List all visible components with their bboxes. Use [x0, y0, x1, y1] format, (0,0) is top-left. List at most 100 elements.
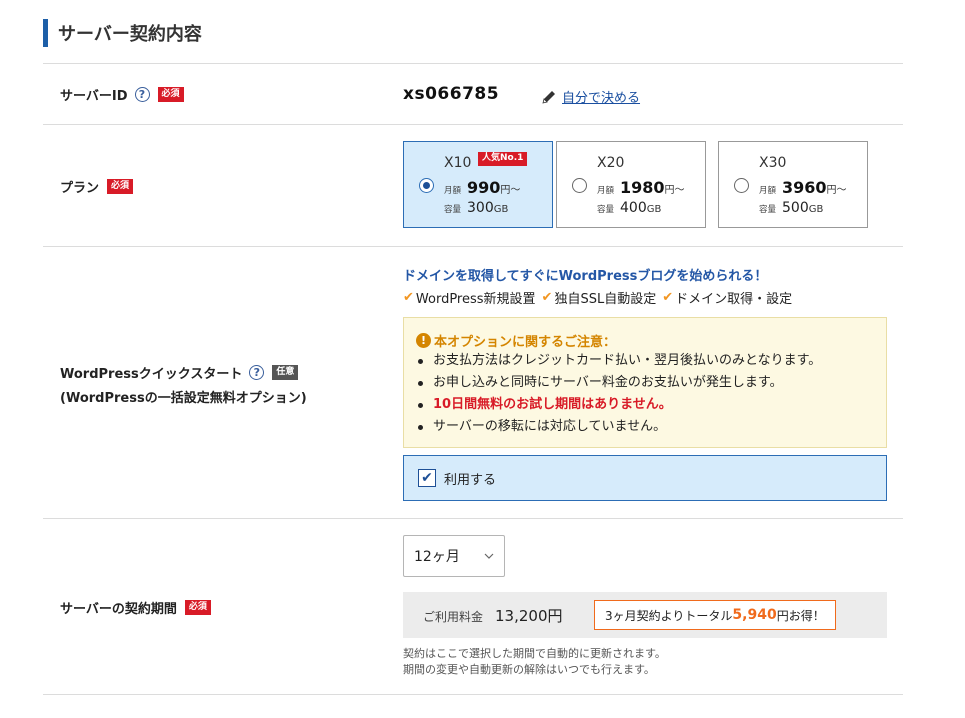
use-checkbox[interactable]: ✔ — [418, 469, 436, 487]
plan-label-group: プラン 必須 — [60, 177, 134, 196]
warning-icon: ! — [416, 333, 431, 348]
capacity-label: 容量 — [597, 205, 615, 215]
monthly-label: 月額 — [759, 186, 777, 196]
help-icon[interactable]: ? — [249, 365, 265, 380]
plan-price-row: 月額 1980 円〜 — [597, 178, 685, 197]
notice-item-text: 10日間無料のお試し期間はありません。 — [433, 397, 672, 412]
section-title: サーバー契約内容 — [58, 24, 202, 45]
notice-item-text: サーバーの移転には対応していません。 — [433, 419, 667, 434]
divider — [43, 63, 903, 64]
wordpress-label-group: WordPressクイックスタート ? 任意 (WordPressの一括設定無料… — [60, 363, 307, 406]
help-icon[interactable]: ? — [134, 87, 150, 102]
capacity-unit: GB — [646, 204, 662, 215]
notice-item-warning: 10日間無料のお試し期間はありません。 — [416, 394, 821, 416]
wordpress-label-line: WordPressクイックスタート ? 任意 — [60, 363, 307, 382]
wordpress-label: WordPressクイックスタート — [60, 367, 243, 382]
monthly-label: 月額 — [444, 186, 462, 196]
plan-price: 3960 — [782, 178, 827, 197]
required-badge: 必須 — [107, 179, 134, 194]
savings-prefix: 3ヶ月契約よりトータル — [605, 608, 733, 623]
capacity-unit: GB — [493, 204, 509, 215]
capacity-label: 容量 — [759, 205, 777, 215]
notice-item: お申し込みと同時にサーバー料金のお支払いが発生します。 — [416, 372, 821, 394]
divider — [43, 694, 903, 695]
server-id-value: xs066785 — [403, 84, 500, 104]
period-label: サーバーの契約期間 — [60, 602, 177, 617]
savings-amount: 5,940 — [732, 607, 777, 623]
capacity-label: 容量 — [444, 205, 462, 215]
savings-badge: 3ヶ月契約よりトータル 5,940 円お得！ — [594, 600, 836, 630]
notice-item-text: お申し込みと同時にサーバー料金のお支払いが発生します。 — [433, 375, 783, 390]
custom-id-link-text[interactable]: 自分で決める — [562, 87, 640, 106]
wordpress-headline: ドメインを取得してすぐにWordPressブログを始められる！ — [403, 269, 768, 284]
plan-card-x20[interactable]: X20 月額 1980 円〜 容量 400 GB — [556, 141, 706, 228]
required-badge: 必須 — [157, 87, 184, 102]
use-option-toggle[interactable]: ✔ 利用する — [403, 455, 887, 501]
wordpress-features: ✔ WordPress新規設置 ✔ 独自SSL自動設定 ✔ ドメイン取得・設定 — [403, 288, 798, 307]
plan-capacity: 300 — [467, 200, 494, 216]
divider — [43, 246, 903, 247]
plan-capacity: 400 — [620, 200, 647, 216]
plan-price: 1980 — [620, 178, 665, 197]
divider — [43, 518, 903, 519]
server-id-label: サーバーID — [60, 89, 128, 104]
plan-capacity-row: 容量 500 GB — [759, 200, 823, 216]
wordpress-sublabel: (WordPressの一括設定無料オプション) — [60, 391, 307, 406]
period-select[interactable]: 12ヶ月 — [403, 535, 505, 577]
optional-badge: 任意 — [272, 365, 299, 380]
plan-name: X10 — [444, 155, 472, 171]
price-unit: 円〜 — [664, 185, 685, 196]
period-select-value: 12ヶ月 — [414, 549, 460, 565]
period-note-line: 期間の変更や自動更新の解除はいつでも行えます。 — [403, 663, 655, 676]
bullet-icon — [418, 358, 423, 364]
custom-id-link[interactable]: 自分で決める — [541, 87, 640, 106]
plan-radio[interactable] — [419, 178, 434, 193]
plan-price: 990 — [467, 178, 501, 197]
fee-amount: 13,200円 — [495, 607, 563, 625]
bullet-icon — [418, 424, 423, 430]
feature-item: WordPress新規設置 — [415, 292, 536, 307]
period-note-line: 契約はここで選択した期間で自動的に更新されます。 — [403, 647, 666, 660]
plan-radio[interactable] — [572, 178, 587, 193]
chevron-down-icon — [484, 553, 494, 559]
plan-price-row: 月額 990 円〜 — [444, 178, 520, 197]
plan-label: プラン — [60, 181, 100, 196]
check-icon: ✔ — [403, 290, 414, 305]
plan-capacity-row: 容量 400 GB — [597, 200, 661, 216]
notice-title-group: ! 本オプションに関するご注意： — [416, 331, 616, 350]
plan-name: X20 — [597, 155, 625, 171]
use-label: 利用する — [444, 472, 497, 488]
plan-card-x10[interactable]: X10 人気No.1 月額 990 円〜 容量 300 GB — [403, 141, 553, 228]
feature-item: 独自SSL自動設定 — [554, 292, 657, 307]
period-note: 契約はここで選択した期間で自動的に更新されます。 期間の変更や自動更新の解除はい… — [403, 646, 666, 678]
notice-box: ! 本オプションに関するご注意： お支払方法はクレジットカード払い・翌月後払いの… — [403, 317, 887, 448]
fee-label: ご利用料金 — [423, 610, 484, 624]
checkmark-icon: ✔ — [421, 470, 433, 486]
notice-title: 本オプションに関するご注意： — [434, 335, 617, 350]
notice-item-text: お支払方法はクレジットカード払い・翌月後払いのみとなります。 — [433, 353, 822, 368]
plan-radio[interactable] — [734, 178, 749, 193]
check-icon: ✔ — [662, 290, 674, 305]
plan-name: X30 — [759, 155, 787, 171]
divider — [43, 124, 903, 125]
notice-list: お支払方法はクレジットカード払い・翌月後払いのみとなります。 お申し込みと同時に… — [416, 350, 821, 438]
plan-card-x30[interactable]: X30 月額 3960 円〜 容量 500 GB — [718, 141, 868, 228]
period-label-group: サーバーの契約期間 必須 — [60, 598, 211, 617]
section-header: サーバー契約内容 — [43, 19, 202, 47]
bullet-icon — [418, 380, 423, 386]
plan-capacity-row: 容量 300 GB — [444, 200, 508, 216]
price-unit: 円〜 — [826, 185, 847, 196]
required-badge: 必須 — [184, 600, 211, 615]
plan-capacity: 500 — [782, 200, 809, 216]
savings-suffix: 円お得！ — [776, 608, 825, 623]
notice-item: サーバーの移転には対応していません。 — [416, 416, 821, 438]
capacity-unit: GB — [808, 204, 824, 215]
section-accent-bar — [43, 19, 48, 47]
feature-item: ドメイン取得・設定 — [675, 292, 793, 307]
fee-summary: ご利用料金 13,200円 3ヶ月契約よりトータル 5,940 円お得！ — [403, 592, 887, 638]
popular-badge: 人気No.1 — [478, 152, 528, 166]
pencil-icon — [542, 90, 555, 104]
monthly-label: 月額 — [597, 186, 615, 196]
server-id-label-group: サーバーID ? 必須 — [60, 85, 184, 104]
plan-price-row: 月額 3960 円〜 — [759, 178, 847, 197]
